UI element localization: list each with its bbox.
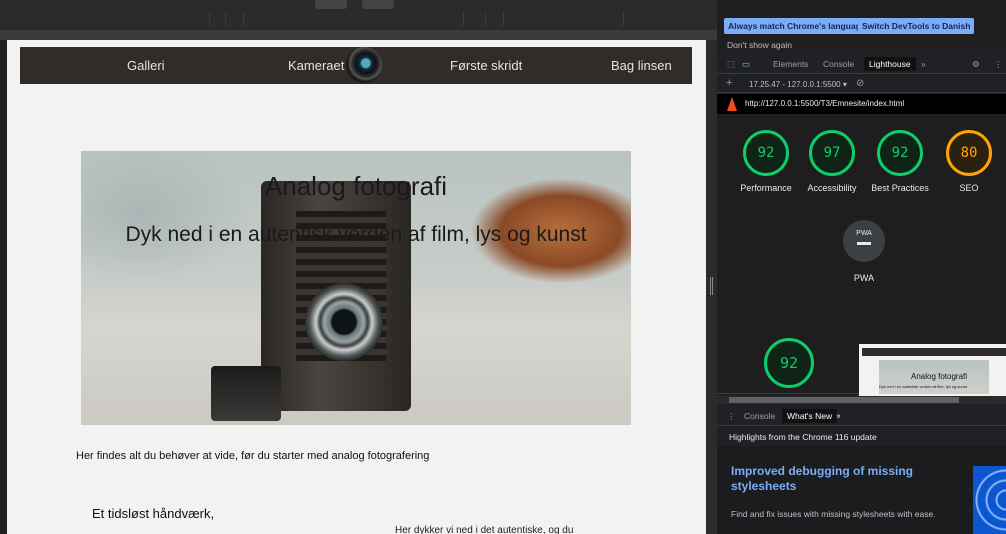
hero-banner: Analog fotografi Dyk ned i en autentisk … [81,151,631,425]
toolbar-segment [226,12,244,26]
toolbar-segment [210,12,226,26]
scrollbar-thumb[interactable] [729,397,959,403]
highlights-heading: Highlights from the Chrome 116 update [729,432,877,442]
pwa-badge-icon[interactable]: PWA [843,220,885,262]
dont-show-again-link[interactable]: Don't show again [727,40,792,50]
clear-icon[interactable]: ⊘ [856,78,864,89]
lighthouse-toolbar: + 17.25.47 - 127.0.0.1:5500 ▾ ⊘ [717,75,1006,93]
pwa-badge-text: PWA [856,230,872,237]
site-nav: Galleri Kameraet Første skridt Bag linse… [20,47,692,84]
kebab-menu-icon[interactable]: ⋮ [994,59,1003,70]
device-toggle-icon[interactable]: ▭ [742,59,750,70]
best-practices-gauge[interactable]: 92 [877,130,923,176]
gear-icon[interactable]: ⚙ [972,59,980,70]
lens-logo-icon[interactable] [346,47,382,83]
web-page: Galleri Kameraet Første skridt Bag linse… [7,40,706,534]
inspect-icon[interactable]: ⬚ [727,59,735,70]
pwa-label: PWA [853,273,875,283]
report-url[interactable]: http://127.0.0.1:5500/T3/Emnesite/index.… [745,99,904,108]
toolbar-segment [464,12,486,26]
toolbar-segment [90,12,210,26]
drawer-menu-icon[interactable]: ⋮ [727,411,736,422]
close-icon[interactable]: × [836,411,841,421]
language-infobar: Always match Chrome's language Switch De… [717,0,1006,52]
section-title: Et tidsløst håndværk, [92,506,215,521]
devtools-tabs: ⬚ ▭ Elements Console Lighthouse » ⚙ ⋮ [717,54,1006,74]
new-report-button[interactable]: + [726,77,732,89]
thumb-nav [862,348,1006,356]
switch-danish-button[interactable]: Switch DevTools to Danish [858,18,975,34]
report-select[interactable]: 17.25.47 - 127.0.0.1:5500 ▾ [749,80,847,89]
tab-console[interactable]: Console [823,59,854,69]
intro-text: Her findes alt du behøver at vide, før d… [76,450,430,462]
section-text: Her dykker vi ned i det autentiske, og d… [395,525,574,534]
performance-big-gauge[interactable]: 92 [764,338,814,388]
seo-gauge[interactable]: 80 [946,130,992,176]
toolbar-segment [504,12,624,26]
drawer-tab-whats-new[interactable]: What's New [782,409,838,423]
tab-elements[interactable]: Elements [773,59,808,69]
drawer-tabs: ⋮ Console What's New × [717,406,1006,426]
film-roll-icon [211,366,281,421]
thumb-subtitle: Dyk ned i en autentisk verden af film, l… [879,384,967,389]
devtools-splitter[interactable] [706,40,717,534]
lighthouse-report: 92 Performance 97 Accessibility 92 Best … [717,114,1006,396]
hero-title: Analog fotografi [264,171,448,201]
whats-new-card: Improved debugging of missing stylesheet… [717,446,1006,534]
toolbar-segment [486,12,504,26]
devtools-panel: Always match Chrome's language Switch De… [717,0,1006,534]
screen: Galleri Kameraet Første skridt Bag linse… [0,0,1006,534]
tab-lighthouse[interactable]: Lighthouse [864,57,916,71]
nav-link-galleri[interactable]: Galleri [127,58,165,73]
performance-gauge[interactable]: 92 [743,130,789,176]
camera-lens-icon [305,283,383,361]
page-screenshot-thumbnail[interactable]: Analog fotografi Dyk ned i en autentisk … [859,344,1006,396]
best-practices-label: Best Practices [871,183,929,193]
drag-handle-icon[interactable] [710,277,713,295]
report-url-bar: http://127.0.0.1:5500/T3/Emnesite/index.… [717,94,1006,114]
toolbar-segment [244,12,464,26]
toolbar-pill[interactable] [362,0,394,9]
nav-link-bag-linsen[interactable]: Bag linsen [611,58,672,73]
thumb-title: Analog fotografi [911,372,968,381]
hero-subtitle: Dyk ned i en autentisk verden af film, l… [125,223,587,246]
accessibility-gauge[interactable]: 97 [809,130,855,176]
article-description: Find and fix issues with missing stylesh… [731,509,936,519]
lighthouse-icon [727,97,737,111]
more-tabs-icon[interactable]: » [921,59,926,69]
match-language-button[interactable]: Always match Chrome's language [724,18,870,34]
viewport-gap [0,30,717,40]
drawer-tab-console[interactable]: Console [744,411,775,421]
nav-link-forste-skridt[interactable]: Første skridt [450,58,522,73]
nav-link-kameraet[interactable]: Kameraet [288,58,344,73]
article-title[interactable]: Improved debugging of missing stylesheet… [731,464,921,494]
horizontal-scrollbar[interactable] [717,396,1006,404]
browser-toolbar [0,0,717,30]
toolbar-pill[interactable] [315,0,347,9]
seo-label: SEO [959,183,979,193]
article-image-icon [973,466,1006,534]
